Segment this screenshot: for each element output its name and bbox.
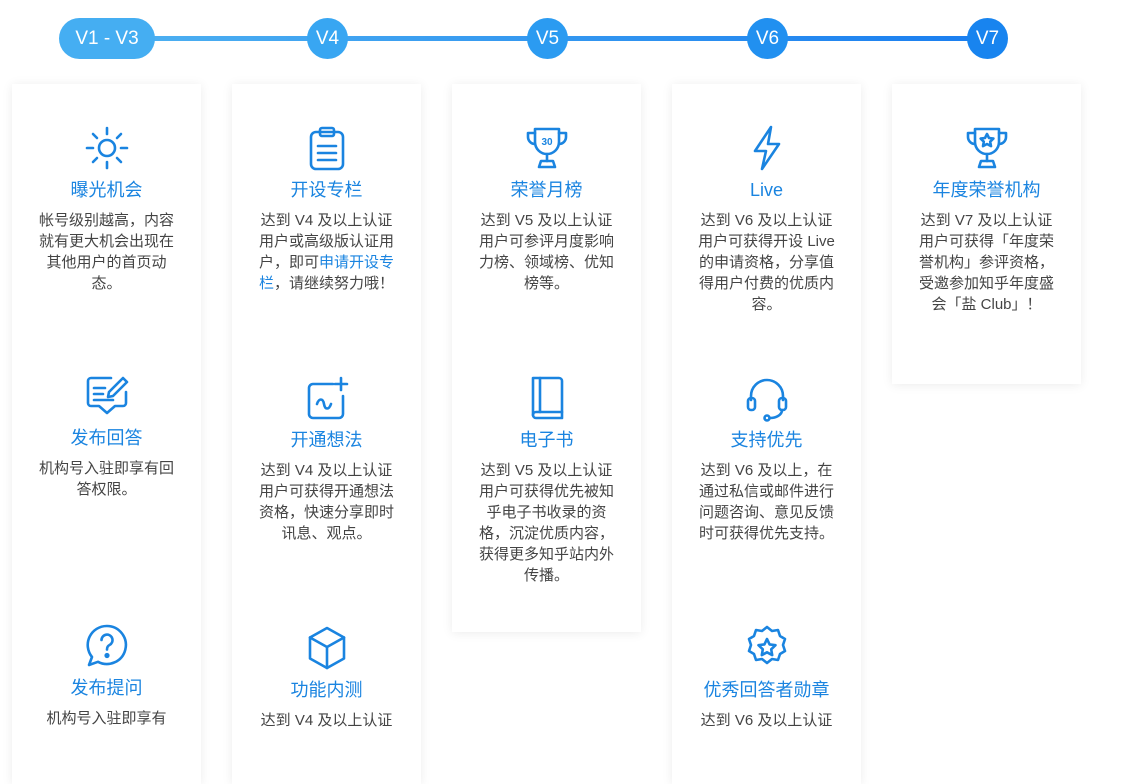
feature-beta: 功能内测 达到 V4 及以上认证 bbox=[232, 624, 421, 731]
feature-ebook: 电子书 达到 V5 及以上认证用户可获得优先被知乎电子书收录的资格，沉淀优质内容… bbox=[452, 374, 641, 586]
level-timeline: V1 - V3 V4 V5 V6 V7 bbox=[0, 0, 1131, 80]
feature-title[interactable]: 开通想法 bbox=[232, 428, 421, 452]
level-v6[interactable]: V6 bbox=[747, 18, 788, 59]
feature-monthly-honor: 30 荣誉月榜 达到 V5 及以上认证用户可参评月度影响力榜、领域榜、优知榜等。 bbox=[452, 124, 641, 294]
headset-icon bbox=[746, 378, 787, 422]
level-v1-v3[interactable]: V1 - V3 bbox=[59, 18, 155, 59]
question-bubble-icon bbox=[85, 624, 127, 667]
feature-description: 达到 V4 及以上认证 bbox=[260, 712, 393, 729]
feature-title[interactable]: 年度荣誉机构 bbox=[892, 178, 1081, 202]
feature-priority-support: 支持优先 达到 V6 及以上，在通过私信或邮件进行问题咨询、意见反馈时可获得优先… bbox=[672, 374, 861, 544]
level-v4[interactable]: V4 bbox=[307, 18, 348, 59]
lightning-icon bbox=[753, 125, 780, 171]
feature-title[interactable]: Live bbox=[672, 178, 861, 202]
feature-annual-honor: 年度荣誉机构 达到 V7 及以上认证用户可获得「年度荣誉机构」参评资格，受邀参加… bbox=[892, 124, 1081, 315]
feature-title[interactable]: 功能内测 bbox=[232, 678, 421, 702]
trophy-star-icon bbox=[966, 127, 1007, 169]
column-v6: Live 达到 V6 及以上认证用户可获得开设 Live 的申请资格，分享值得用… bbox=[672, 84, 861, 784]
feature-description: 机构号入驻即享有 bbox=[46, 710, 167, 727]
desc-text: ，请继续努力哦！ bbox=[274, 275, 395, 292]
feature-description: 达到 V4 及以上认证用户或高级版认证用户，即可申请开设专栏，请继续努力哦！ bbox=[257, 210, 397, 294]
feature-description: 达到 V7 及以上认证用户可获得「年度荣誉机构」参评资格，受邀参加知乎年度盛会「… bbox=[918, 212, 1054, 313]
feature-description: 达到 V6 及以上认证 bbox=[700, 712, 833, 729]
feature-title[interactable]: 优秀回答者勋章 bbox=[672, 678, 861, 702]
feature-answerer-badge: 优秀回答者勋章 达到 V6 及以上认证 bbox=[672, 624, 861, 731]
column-v5: 30 荣誉月榜 达到 V5 及以上认证用户可参评月度影响力榜、领域榜、优知榜等。… bbox=[452, 84, 641, 632]
feature-ideas: 开通想法 达到 V4 及以上认证用户可获得开通想法资格，快速分享即时讯息、观点。 bbox=[232, 374, 421, 544]
feature-title[interactable]: 曝光机会 bbox=[12, 178, 201, 202]
clipboard-icon bbox=[309, 126, 344, 171]
add-idea-icon bbox=[307, 376, 348, 420]
feature-title[interactable]: 支持优先 bbox=[672, 428, 861, 452]
level-v5[interactable]: V5 bbox=[527, 18, 568, 59]
feature-title[interactable]: 发布回答 bbox=[12, 426, 201, 450]
level-v7[interactable]: V7 bbox=[967, 18, 1008, 59]
feature-title[interactable]: 发布提问 bbox=[12, 676, 201, 700]
feature-description: 达到 V4 及以上认证用户可获得开通想法资格，快速分享即时讯息、观点。 bbox=[258, 462, 394, 542]
star-badge-icon bbox=[747, 625, 786, 665]
feature-description: 达到 V5 及以上认证用户可获得优先被知乎电子书收录的资格，沉淀优质内容，获得更… bbox=[478, 462, 614, 584]
feature-post-question: 发布提问 机构号入驻即享有 bbox=[12, 622, 201, 729]
edit-answer-icon bbox=[86, 376, 128, 415]
feature-description: 达到 V6 及以上，在通过私信或邮件进行问题咨询、意见反馈时可获得优先支持。 bbox=[698, 462, 834, 542]
feature-title[interactable]: 荣誉月榜 bbox=[452, 178, 641, 202]
feature-description: 机构号入驻即享有回答权限。 bbox=[38, 460, 174, 498]
book-icon bbox=[531, 376, 563, 420]
feature-title[interactable]: 开设专栏 bbox=[232, 178, 421, 202]
trophy-30-icon: 30 bbox=[526, 127, 567, 169]
feature-title[interactable]: 电子书 bbox=[452, 428, 641, 452]
column-v7: 年度荣誉机构 达到 V7 及以上认证用户可获得「年度荣誉机构」参评资格，受邀参加… bbox=[892, 84, 1081, 384]
svg-text:30: 30 bbox=[541, 137, 553, 148]
cube-icon bbox=[308, 626, 345, 670]
feature-exposure: 曝光机会 帐号级别越高，内容就有更大机会出现在其他用户的首页动态。 bbox=[12, 124, 201, 294]
sun-icon bbox=[85, 126, 128, 170]
feature-description: 达到 V5 及以上认证用户可参评月度影响力榜、领域榜、优知榜等。 bbox=[478, 212, 614, 292]
feature-description: 达到 V6 及以上认证用户可获得开设 Live 的申请资格，分享值得用户付费的优… bbox=[698, 212, 835, 313]
feature-post-answer: 发布回答 机构号入驻即享有回答权限。 bbox=[12, 372, 201, 500]
feature-open-column: 开设专栏 达到 V4 及以上认证用户或高级版认证用户，即可申请开设专栏，请继续努… bbox=[232, 124, 421, 294]
feature-description: 帐号级别越高，内容就有更大机会出现在其他用户的首页动态。 bbox=[38, 212, 174, 292]
feature-live: Live 达到 V6 及以上认证用户可获得开设 Live 的申请资格，分享值得用… bbox=[672, 124, 861, 315]
column-v4: 开设专栏 达到 V4 及以上认证用户或高级版认证用户，即可申请开设专栏，请继续努… bbox=[232, 84, 421, 784]
column-v1-v3: 曝光机会 帐号级别越高，内容就有更大机会出现在其他用户的首页动态。 发布回答 机… bbox=[12, 84, 201, 784]
